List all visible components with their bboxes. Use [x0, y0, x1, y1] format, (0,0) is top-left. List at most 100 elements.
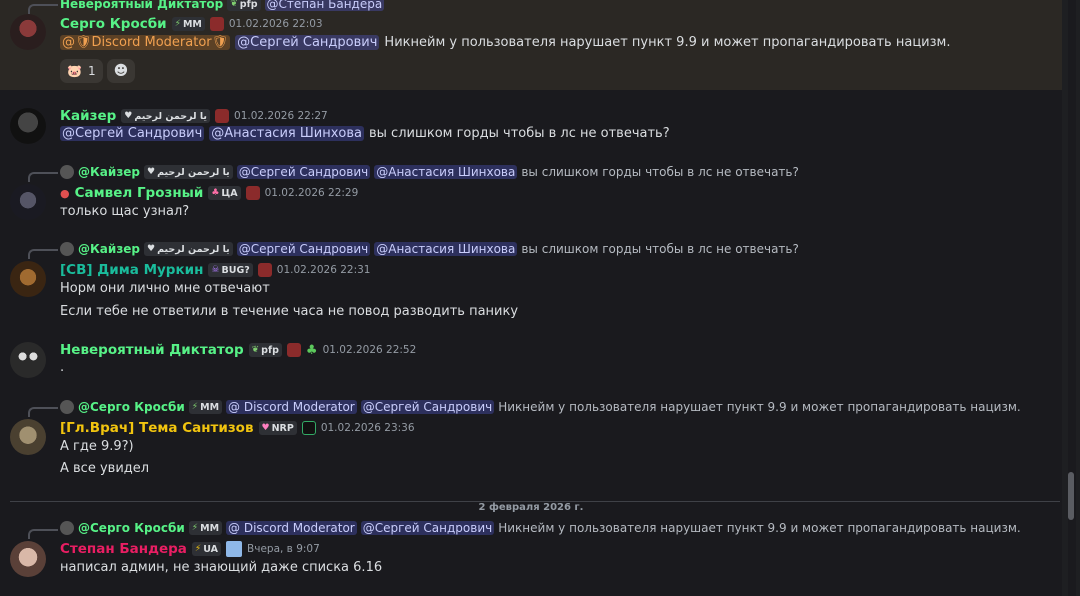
message-text: А все увидел [60, 461, 150, 476]
lightning-icon: ⚡ [191, 523, 199, 533]
message[interactable]: Невероятный Диктатор ❦ pfp @Степан Бандер… [0, 0, 1062, 90]
date-divider: 2 февраля 2026 г. [0, 495, 1062, 514]
server-tag-badge: ♣ ЦА [208, 186, 241, 200]
timestamp: 01.02.2026 22:31 [276, 264, 371, 276]
mini-avatar [60, 521, 74, 535]
reply-text: Никнейм у пользователя нарушает пункт 9.… [498, 521, 1021, 535]
reply-author[interactable]: @Кайзер [78, 165, 140, 179]
role-mention[interactable]: @🛡Discord Moderator🛡 [60, 35, 231, 50]
reply-mention[interactable]: @Степан Бандера [264, 0, 385, 11]
reply-preview[interactable]: @Серго Кросби ⚡ MM @ Discord Moderator @С… [60, 399, 1021, 415]
mini-avatar [60, 400, 74, 414]
reply-mention[interactable]: @Сергей Сандрович [236, 242, 371, 256]
reply-mention[interactable]: @Сергей Сандрович [360, 400, 495, 414]
message-text: . [60, 360, 65, 375]
message-text: Норм они лично мне отвечают [60, 281, 270, 296]
heart-icon: ♥ [147, 244, 156, 254]
leaf-icon: ❦ [230, 0, 238, 9]
heart-icon: ♥ [261, 423, 270, 433]
reply-preview[interactable]: @Кайзер ♥ ﯾﺎ ﻟﺮﺣﻤﻦ ﻟﺮﺣﻴﻢ @Сергей Сандрови… [60, 241, 799, 257]
role-icon [209, 17, 224, 31]
timestamp: 01.02.2026 22:29 [264, 187, 359, 199]
server-tag-badge: ⚡ MM [188, 400, 223, 414]
username[interactable]: [Гл.Врач] Тема Сантизов [60, 420, 254, 436]
username[interactable]: Кайзер [60, 108, 116, 124]
timestamp: 01.02.2026 22:03 [228, 18, 323, 30]
pig-icon: 🐷 [67, 64, 82, 78]
server-tag-badge: ❦ pfp [248, 343, 282, 357]
message[interactable]: @Серго Кросби ⚡ MM @ Discord Moderator @С… [0, 395, 1062, 487]
server-tag-badge: ⚡ MM [188, 521, 223, 535]
reply-text: вы слишком горды чтобы в лс не отвечать? [521, 242, 799, 256]
timestamp: 01.02.2026 22:27 [234, 110, 328, 122]
add-reaction-button[interactable]: ☻ [106, 59, 136, 83]
timestamp: Вчера, в 9:07 [247, 543, 320, 555]
username[interactable]: Невероятный Диктатор [60, 342, 244, 358]
server-tag-badge: ⚡ UA [191, 542, 222, 556]
reply-mention[interactable]: @Анастасия Шинхова [374, 165, 518, 179]
hospital-icon [226, 541, 243, 557]
server-tag-badge: ♥ ﯾﺎ ﻟﺮﺣﻤﻦ ﻟﺮﺣﻴﻢ [144, 165, 233, 179]
leaf-icon: ❦ [251, 345, 260, 355]
user-mention[interactable]: @Сергей Сандрович [235, 35, 380, 50]
reply-mention[interactable]: @Сергей Сандрович [236, 165, 371, 179]
skull-icon: ☠ [211, 265, 220, 275]
reply-author[interactable]: @Кайзер [78, 242, 140, 256]
avatar[interactable] [10, 184, 46, 220]
heart-icon: ♥ [147, 167, 156, 177]
username[interactable]: Степан Бандера [60, 541, 187, 557]
avatar[interactable] [10, 419, 46, 455]
server-tag-badge: ♥ ﯾﺎ ﻟﺮﺣﻤﻦ ﻟﺮﺣﻴﻢ [121, 109, 211, 123]
reply-role-mention[interactable]: @ Discord Moderator [226, 521, 357, 535]
message[interactable]: @Кайзер ♥ ﯾﺎ ﻟﺮﺣﻤﻦ ﻟﺮﺣﻴﻢ @Сергей Сандрови… [0, 237, 1062, 329]
server-tag-badge: ☠ BUG? [208, 263, 253, 277]
lightning-icon: ⚡ [194, 544, 202, 554]
username[interactable]: [CB] Дима Муркин [60, 262, 203, 278]
reply-text: вы слишком горды чтобы в лс не отвечать? [521, 165, 799, 179]
avatar[interactable] [10, 108, 46, 144]
username[interactable]: Самвел Грозный [75, 185, 204, 201]
smiley-icon: ☻ [113, 63, 129, 79]
username[interactable]: Серго Кросби [60, 16, 167, 32]
message[interactable]: Кайзер ♥ ﯾﺎ ﻟﺮﺣﻤﻦ ﻟﺮﺣﻴﻢ 01.02.2026 22:27 … [0, 100, 1062, 156]
message-text: Никнейм у пользователя нарушает пункт 9.… [384, 35, 951, 50]
server-tag-badge: ⚡ MM [171, 17, 205, 31]
message[interactable]: @Кайзер ♥ ﯾﺎ ﻟﺮﺣﻤﻦ ﻟﺮﺣﻴﻢ @Сергей Сандрови… [0, 160, 1062, 230]
avatar[interactable] [10, 14, 46, 50]
reply-preview[interactable]: Невероятный Диктатор ❦ pfp @Степан Бандер… [60, 0, 385, 12]
mini-avatar [60, 165, 74, 179]
message-text: только щас узнал? [60, 204, 190, 219]
reply-author[interactable]: @Серго Кросби [78, 400, 185, 414]
message-text: А где 9.9?) [60, 439, 134, 454]
heart-icon: ♥ [124, 111, 133, 121]
reaction-pig[interactable]: 🐷 1 [60, 59, 103, 83]
mushroom-icon: ♣ [211, 188, 220, 198]
lightning-icon: ⚡ [174, 19, 181, 29]
avatar[interactable] [10, 342, 46, 378]
shield-icon: 🛡 [75, 35, 92, 50]
server-tag-badge: ♥ NRP [258, 421, 297, 435]
avatar[interactable] [10, 261, 46, 297]
reply-role-mention[interactable]: @ Discord Moderator [226, 400, 357, 414]
reply-mention[interactable]: @Сергей Сандрович [360, 521, 495, 535]
message-text: вы слишком горды чтобы в лс не отвечать? [368, 126, 670, 141]
lightning-icon: ⚡ [191, 402, 199, 412]
red-circle-icon: ● [60, 186, 70, 200]
user-mention[interactable]: @Анастасия Шинхова [209, 126, 364, 141]
avatar[interactable] [10, 541, 46, 577]
role-icon [245, 186, 260, 200]
message[interactable]: Невероятный Диктатор ❦ pfp ♣ 01.02.2026 2… [0, 336, 1062, 386]
reply-author[interactable]: @Серго Кросби [78, 521, 185, 535]
scrollbar-thumb[interactable] [1068, 472, 1074, 520]
user-mention[interactable]: @Сергей Сандрович [60, 126, 205, 141]
role-icon [286, 343, 301, 357]
server-tag-badge: ❦ pfp [227, 0, 261, 11]
reply-author[interactable]: Невероятный Диктатор [60, 0, 223, 11]
server-tag-badge: ♥ ﯾﺎ ﻟﺮﺣﻤﻦ ﻟﺮﺣﻴﻢ [144, 242, 233, 256]
mini-avatar [60, 242, 74, 256]
reply-preview[interactable]: @Серго Кросби ⚡ MM @ Discord Moderator @С… [60, 520, 1021, 536]
role-icon [215, 109, 230, 123]
message[interactable]: @Серго Кросби ⚡ MM @ Discord Moderator @С… [0, 517, 1062, 596]
reply-preview[interactable]: @Кайзер ♥ ﯾﺎ ﻟﺮﺣﻤﻦ ﻟﺮﺣﻴﻢ @Сергей Сандрови… [60, 164, 799, 180]
reply-mention[interactable]: @Анастасия Шинхова [374, 242, 518, 256]
